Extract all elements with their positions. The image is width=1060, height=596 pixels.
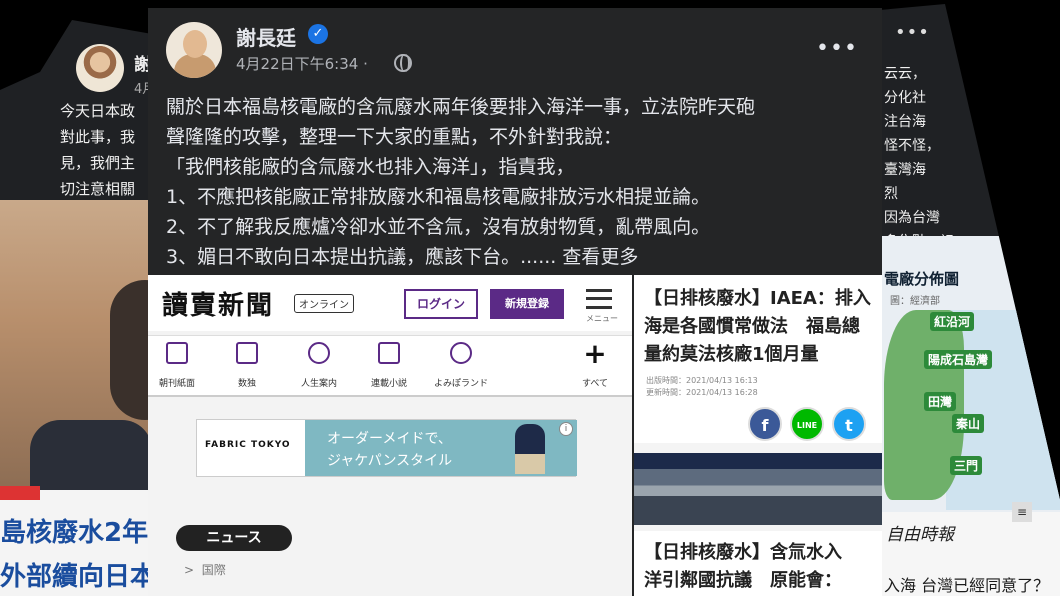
mascot-icon bbox=[450, 342, 472, 364]
left-post-line: 切注意相關 bbox=[60, 180, 136, 198]
left-avatar bbox=[76, 44, 124, 92]
yomiuri-header: 讀賣新聞 オンライン ログイン 新規登録 メニュー bbox=[148, 275, 632, 331]
yomiuri-screenshot[interactable]: 讀賣新聞 オンライン ログイン 新規登録 メニュー 朝刊紙面 数独 人生案内 連… bbox=[148, 275, 632, 596]
tvbs-plant-photo bbox=[634, 453, 882, 525]
left-post-text: 今天日本政 對此事，我 見，我們主 切注意相關 bbox=[60, 98, 152, 202]
left-red-tag bbox=[0, 486, 40, 500]
newspaper-icon bbox=[166, 342, 188, 364]
nav-item-advice[interactable]: 人生案内 bbox=[284, 342, 354, 389]
tvbs-title-line: 洋引鄰國抗議 原能會： bbox=[644, 570, 842, 591]
right-post-line: 因為台灣 bbox=[884, 210, 940, 226]
menu-label: メニュー bbox=[586, 314, 618, 323]
person-icon bbox=[308, 342, 330, 364]
post-timestamp[interactable]: 4月22日下午6:34 · bbox=[236, 53, 368, 74]
hamburger-menu-icon[interactable] bbox=[586, 289, 612, 309]
post-line: 3、媚日不敢向日本提出抗議，應該下台。...... bbox=[166, 246, 557, 268]
globe-icon bbox=[394, 54, 412, 72]
ad-model-image bbox=[515, 424, 545, 474]
book-icon bbox=[378, 342, 400, 364]
tvbs-title-line: 【日排核廢水】含氚水入 bbox=[644, 542, 842, 563]
verified-badge-icon: ✓ bbox=[308, 24, 328, 44]
avatar-face bbox=[183, 30, 207, 58]
nav-item-novel[interactable]: 連載小説 bbox=[354, 342, 424, 389]
tvbs-screenshot[interactable]: 【日排核廢水】IAEA：排入海是各國慣常做法 福島總量約莫法核廠1個月量 出版時… bbox=[634, 275, 882, 596]
map-plant-label: 田灣 bbox=[924, 392, 957, 411]
nav-label: 連載小説 bbox=[370, 379, 407, 389]
facebook-share-icon[interactable]: f bbox=[748, 407, 782, 441]
nav-item-newspaper[interactable]: 朝刊紙面 bbox=[148, 342, 212, 389]
yomiuri-nav: 朝刊紙面 数独 人生案内 連載小説 よみぽランド + すべて bbox=[148, 335, 632, 397]
map-title: 電廠分佈圖 bbox=[884, 270, 960, 288]
yomiuri-logo: 讀賣新聞 bbox=[162, 291, 275, 321]
post-body: 關於日本福島核電廠的含氚廢水兩年後要排入海洋一事，立法院昨天砲 聲隆隆的攻擊，整… bbox=[166, 92, 870, 272]
map-plant-label: 三門 bbox=[950, 456, 983, 475]
nav-item-all[interactable]: + すべて bbox=[560, 337, 630, 390]
map-plant-label: 陽成石島灣 bbox=[924, 350, 993, 369]
nav-label: よみぽランド bbox=[433, 379, 488, 389]
nav-label: すべて bbox=[581, 379, 608, 389]
right-post-line: 分化社 bbox=[884, 90, 926, 106]
tvbs-article-card: 【日排核廢水】含氚水入 洋引鄰國抗議 原能會： bbox=[634, 531, 882, 596]
right-headline: 入海 台灣已經同意了？ bbox=[884, 576, 1050, 595]
see-more-link[interactable]: 查看更多 bbox=[562, 246, 638, 268]
right-more-icon[interactable]: ••• bbox=[895, 22, 930, 43]
post-line: 2、不了解我反應爐冷卻水並不含氚，沒有放射物質，亂帶風向。 bbox=[166, 216, 711, 238]
login-button[interactable]: ログイン bbox=[404, 289, 478, 319]
map-plant-label: 秦山 bbox=[952, 414, 985, 433]
nav-label: 数独 bbox=[237, 379, 256, 389]
nav-item-sudoku[interactable]: 数独 bbox=[212, 342, 282, 389]
right-menu-icon[interactable]: ≡ bbox=[1012, 502, 1032, 522]
nav-item-yomipo[interactable]: よみぽランド bbox=[426, 342, 496, 389]
online-badge: オンライン bbox=[294, 294, 354, 313]
nav-label: 人生案内 bbox=[300, 379, 337, 389]
ad-copy: ジャケパンスタイル bbox=[327, 453, 453, 469]
breadcrumb-item[interactable]: 国際 bbox=[202, 563, 226, 577]
post-line: 「我們核能廠的含氚廢水也排入海洋」，指責我， bbox=[166, 156, 575, 178]
post-line-last: 3、媚日不敢向日本提出抗議，應該下台。...... 查看更多 bbox=[166, 242, 870, 272]
liberty-times-logo: 自由時報 bbox=[886, 525, 954, 545]
plus-icon: + bbox=[583, 337, 607, 370]
published-time: 出版時間：2021/04/13 16:13 bbox=[646, 376, 758, 385]
left-post-line: 見，我們主 bbox=[60, 154, 136, 172]
author-name[interactable]: 謝長廷 bbox=[236, 22, 296, 51]
ad-brand: FABRIC TOKYO bbox=[205, 440, 291, 450]
tvbs-article-title[interactable]: 【日排核廢水】IAEA：排入海是各國慣常做法 福島總量約莫法核廠1個月量 bbox=[644, 285, 876, 369]
post-line: 1、不應把核能廠正常排放廢水和福島核電廠排放污水相提並論。 bbox=[166, 186, 711, 208]
post-line: 關於日本福島核電廠的含氚廢水兩年後要排入海洋一事，立法院昨天砲 bbox=[166, 96, 756, 118]
right-post-text: 云云， 分化社 注台海 怪不怪， 臺灣海 烈 因為台灣 多焦點，袒 bbox=[884, 62, 964, 254]
right-post-line: 云云， bbox=[884, 66, 926, 82]
news-section-pill[interactable]: ニュース bbox=[176, 525, 292, 551]
facebook-post: 謝長廷 ✓ 4月22日下午6:34 · ••• 關於日本福島核電廠的含氚廢水兩年… bbox=[148, 8, 882, 596]
right-post-line: 注台海 bbox=[884, 114, 926, 130]
advertisement[interactable]: FABRIC TOKYO オーダーメイドで、 ジャケパンスタイル i bbox=[196, 419, 577, 477]
tvbs-article-title[interactable]: 【日排核廢水】含氚水入 洋引鄰國抗議 原能會： bbox=[644, 539, 880, 595]
map-plant-label: 紅沿河 bbox=[930, 312, 975, 331]
right-post-line: 烈 bbox=[884, 186, 898, 202]
register-button[interactable]: 新規登録 bbox=[490, 289, 564, 319]
left-headline-line2: 外部續向日本 bbox=[0, 562, 157, 592]
post-line: 聲隆隆的攻擊，整理一下大家的重點，不外針對我說： bbox=[166, 126, 623, 148]
more-options-icon[interactable]: ••• bbox=[816, 36, 858, 61]
right-post-line: 怪不怪， bbox=[884, 138, 940, 154]
tvbs-article-card: 【日排核廢水】IAEA：排入海是各國慣常做法 福島總量約莫法核廠1個月量 出版時… bbox=[634, 275, 882, 443]
ad-copy: オーダーメイドで、 bbox=[327, 431, 452, 447]
grid-icon bbox=[236, 342, 258, 364]
avatar[interactable] bbox=[166, 22, 222, 78]
left-post-line: 對此事，我 bbox=[60, 128, 136, 146]
nav-label: 朝刊紙面 bbox=[158, 379, 195, 389]
left-post-line: 今天日本政 bbox=[60, 102, 136, 120]
right-post-line: 臺灣海 bbox=[884, 162, 926, 178]
line-share-icon[interactable]: LINE bbox=[790, 407, 824, 441]
twitter-share-icon[interactable]: t bbox=[832, 407, 866, 441]
updated-time: 更新時間：2021/04/13 16:28 bbox=[646, 388, 758, 397]
breadcrumb: > 国際 bbox=[184, 563, 226, 577]
ad-info-icon[interactable]: i bbox=[559, 422, 573, 436]
map-subtitle: 圖：經濟部 bbox=[890, 296, 940, 307]
